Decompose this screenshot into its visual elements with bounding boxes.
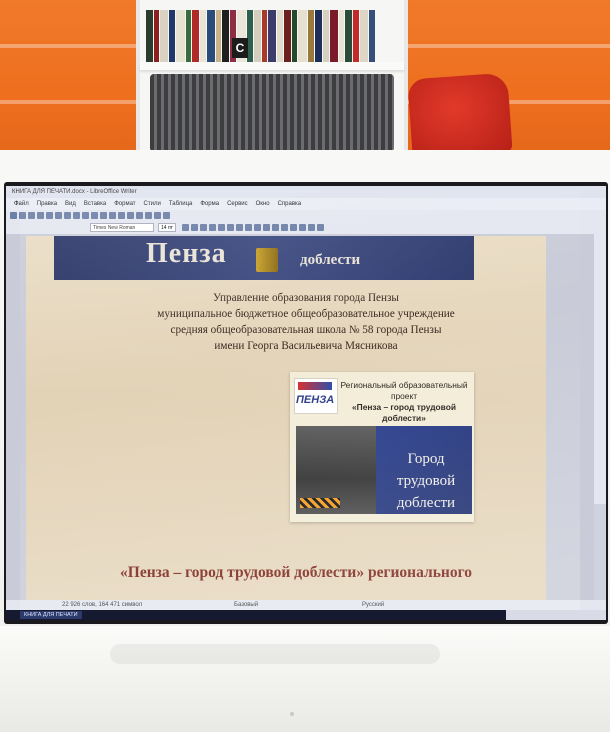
indent-icon[interactable] [308, 224, 315, 231]
bold-icon[interactable] [182, 224, 189, 231]
hyperlink-icon[interactable] [136, 212, 143, 219]
status-bar: 22 926 слов, 164 471 символ Базовый Русс… [6, 600, 606, 610]
menu-item-file[interactable]: Файл [14, 201, 29, 207]
project-caption: Региональный образовательный проект «Пен… [336, 380, 472, 424]
cut-icon[interactable] [46, 212, 53, 219]
print-icon[interactable] [37, 212, 44, 219]
align-left-icon[interactable] [254, 224, 261, 231]
flag-icon [298, 382, 332, 390]
spellcheck-icon[interactable] [91, 212, 98, 219]
kiosk-screen[interactable]: КНИГА ДЛЯ ПЕЧАТИ.docx - LibreOffice Writ… [6, 186, 606, 620]
menu-item-styles[interactable]: Стили [144, 201, 161, 207]
project-caption-line: Региональный образовательный [340, 380, 468, 390]
highlight-icon[interactable] [245, 224, 252, 231]
organization-line: Управление образования города Пензы [213, 292, 399, 304]
menu-item-window[interactable]: Окно [256, 201, 270, 207]
redo-icon[interactable] [82, 212, 89, 219]
undo-icon[interactable] [73, 212, 80, 219]
insert-image-icon[interactable] [109, 212, 116, 219]
comment-icon[interactable] [145, 212, 152, 219]
coat-of-arms-icon [256, 248, 278, 272]
shapes-icon[interactable] [163, 212, 170, 219]
banner-title-right: доблести [300, 252, 361, 268]
window-title: КНИГА ДЛЯ ПЕЧАТИ.docx - LibreOffice Writ… [6, 186, 606, 198]
paste-icon[interactable] [64, 212, 71, 219]
align-center-icon[interactable] [263, 224, 270, 231]
copy-icon[interactable] [55, 212, 62, 219]
menu-item-edit[interactable]: Правка [37, 201, 57, 207]
subscript-icon[interactable] [227, 224, 234, 231]
panel-reflection [110, 644, 440, 664]
numbering-icon[interactable] [299, 224, 306, 231]
st-george-ribbon-icon [300, 498, 340, 508]
red-pillow [407, 72, 513, 160]
books-row [146, 10, 398, 62]
open-icon[interactable] [19, 212, 26, 219]
line-icon[interactable] [154, 212, 161, 219]
banner-title-left: Пенза [146, 238, 227, 269]
menu-item-view[interactable]: Вид [65, 201, 76, 207]
italic-icon[interactable] [191, 224, 198, 231]
font-color-icon[interactable] [236, 224, 243, 231]
project-caption-line: проект [390, 391, 418, 401]
insert-chart-icon[interactable] [118, 212, 125, 219]
save-icon[interactable] [28, 212, 35, 219]
font-size-box[interactable]: 14 пт [158, 223, 176, 232]
organization-line: муниципальное бюджетное общеобразователь… [157, 308, 455, 320]
shelf-letter-tag: С [232, 38, 248, 58]
menu-item-table[interactable]: Таблица [169, 201, 193, 207]
blue-plate-title-line: Город трудовой [396, 451, 456, 489]
radiator-grill [150, 74, 394, 152]
menu-bar: Файл Правка Вид Вставка Формат Стили Таб… [6, 198, 606, 210]
language[interactable]: Русский [362, 600, 384, 610]
kiosk-lower-panel [0, 626, 610, 732]
justify-icon[interactable] [281, 224, 288, 231]
toolbar-row-formatting [182, 223, 324, 233]
organization-line: средняя общеобразовательная школа № 58 г… [170, 324, 442, 336]
menu-item-tools[interactable]: Сервис [227, 201, 248, 207]
shelf-board [140, 62, 404, 70]
menu-item-help[interactable]: Справка [278, 201, 302, 207]
special-character-icon[interactable] [127, 212, 134, 219]
font-name-box[interactable]: Times New Roman [90, 223, 154, 232]
menu-item-insert[interactable]: Вставка [84, 201, 106, 207]
organization-line: имени Георга Васильевича Мясникова [214, 340, 398, 352]
blue-plate-title: Город трудовой доблести [380, 448, 472, 514]
blue-plate-title-line: доблести [396, 495, 456, 511]
word-count: 22 926 слов, 164 471 символ [62, 602, 143, 608]
taskbar-item-document[interactable]: КНИГА ДЛЯ ПЕЧАТИ [20, 611, 82, 619]
page-style: Базовый [234, 602, 259, 608]
taskbar-tray [506, 610, 606, 620]
align-right-icon[interactable] [272, 224, 279, 231]
insert-table-icon[interactable] [100, 212, 107, 219]
outdent-icon[interactable] [317, 224, 324, 231]
new-document-icon[interactable] [10, 212, 17, 219]
taskbar: КНИГА ДЛЯ ПЕЧАТИ [6, 610, 606, 620]
menu-item-form[interactable]: Форма [200, 201, 219, 207]
document-heading: «Пенза – город трудовой доблести» регион… [120, 564, 472, 581]
strikethrough-icon[interactable] [209, 224, 216, 231]
toolbar: Times New Roman 14 пт [6, 210, 606, 235]
bullets-icon[interactable] [290, 224, 297, 231]
project-caption-line: «Пенза – город трудовой доблести» [352, 402, 456, 423]
organization-block: Управление образования города Пензы муни… [66, 290, 546, 354]
sidebar-tools[interactable] [594, 234, 606, 504]
screw [290, 712, 294, 716]
underline-icon[interactable] [200, 224, 207, 231]
penza-logo-text: ПЕНЗА [296, 394, 335, 406]
toolbar-row-standard [10, 211, 170, 221]
menu-item-format[interactable]: Формат [114, 201, 135, 207]
superscript-icon[interactable] [218, 224, 225, 231]
